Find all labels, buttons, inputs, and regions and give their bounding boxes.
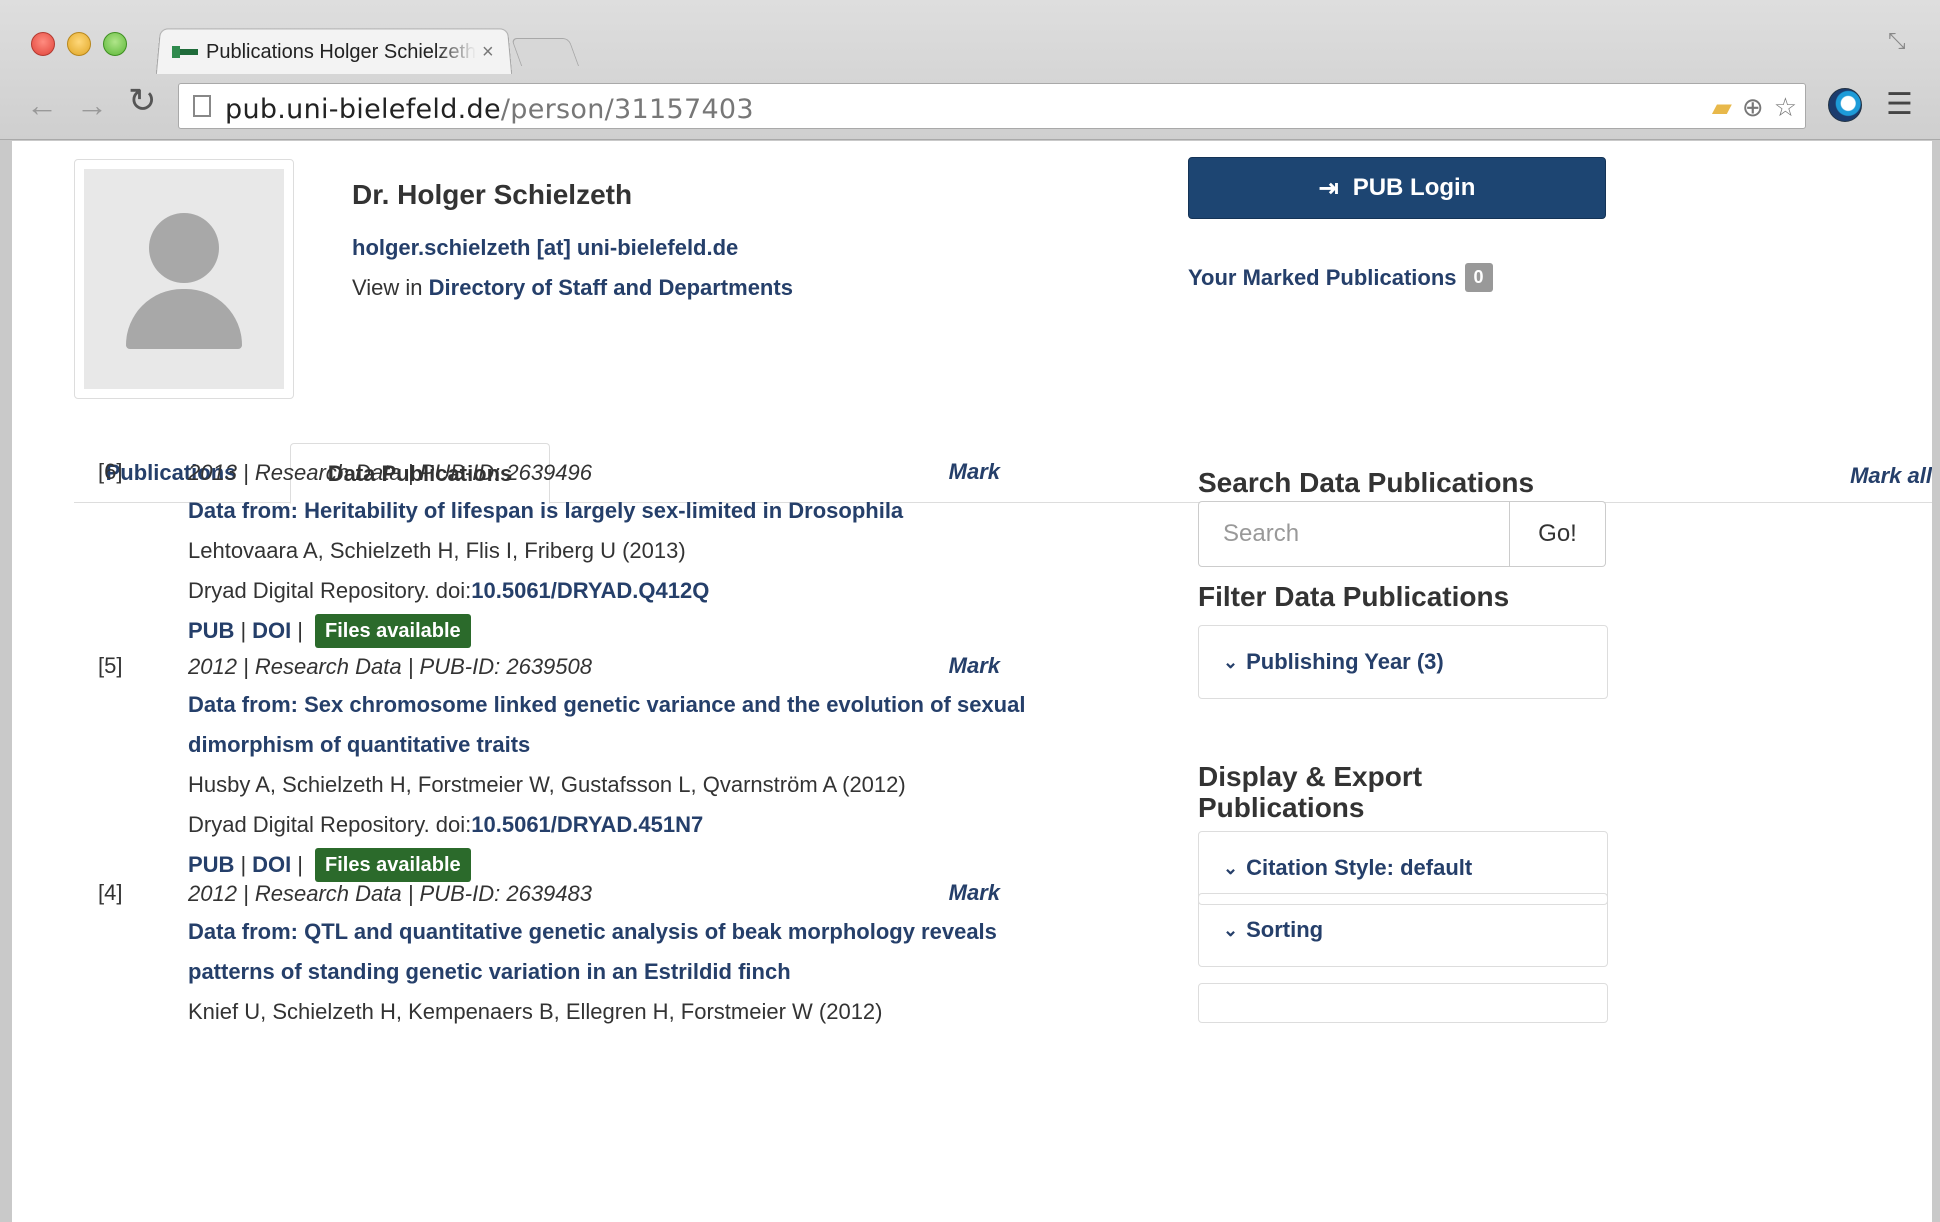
publication-meta: 2013 | Research Data | PUB-ID: 2639496	[188, 460, 592, 485]
profile-photo	[74, 159, 294, 399]
files-available-badge[interactable]: Files available	[315, 848, 471, 882]
person-name: Dr. Holger Schielzeth	[352, 179, 633, 210]
source-label: Dryad Digital Repository. doi:	[188, 578, 472, 603]
chevron-down-icon: ⌄	[1223, 857, 1239, 878]
new-tab-button[interactable]	[510, 38, 580, 66]
url-text[interactable]: pub.uni-bielefeld.de/person/31157403	[225, 94, 754, 125]
pub-login-button[interactable]: ⇥ PUB Login	[1188, 157, 1606, 219]
reload-icon[interactable]: ↻	[128, 84, 157, 118]
url-host: pub.uni-bielefeld.de	[225, 94, 501, 125]
page-viewport: Dr. Holger Schielzeth holger.schielzeth …	[12, 141, 1932, 1222]
person-email-link[interactable]: holger.schielzeth [at] uni-bielefeld.de	[352, 235, 738, 261]
publication-number: [5]	[98, 653, 123, 678]
browser-tab-title: Publications Holger Schielzeth	[206, 40, 476, 63]
menu-icon[interactable]: ☰	[1886, 90, 1913, 120]
display-export-heading: Display & Export Publications	[1198, 761, 1422, 823]
zoom-window-button[interactable]	[103, 32, 127, 56]
mark-link[interactable]: Mark	[949, 459, 1000, 485]
publication-authors: Knief U, Schielzeth H, Kempenaers B, Ell…	[188, 999, 883, 1024]
browser-tab-content[interactable]: Publications Holger Schielzeth ×	[172, 34, 502, 70]
tab-close-icon[interactable]: ×	[482, 41, 494, 64]
search-input[interactable]	[1198, 501, 1510, 567]
mark-all-link[interactable]: Mark all	[1850, 463, 1932, 489]
pub-link[interactable]: PUB	[188, 611, 234, 651]
marked-publications[interactable]: Your Marked Publications 0	[1188, 263, 1493, 292]
publication-meta: 2012 | Research Data | PUB-ID: 2639508	[188, 654, 592, 679]
display-heading-line-1: Display & Export	[1198, 761, 1423, 792]
marked-publications-link[interactable]: Your Marked Publications	[1188, 265, 1457, 291]
publication-links: PUB | DOI | Files available	[188, 611, 1038, 651]
publication-authors: Lehtovaara A, Schielzeth H, Flis I, Frib…	[188, 538, 686, 563]
chevron-down-icon: ⌄	[1223, 651, 1239, 672]
address-bar[interactable]: pub.uni-bielefeld.de/person/31157403 ▰ ⊕…	[178, 83, 1806, 129]
publication-number: [4]	[98, 880, 123, 905]
link-separator: |	[240, 852, 247, 877]
source-label: Dryad Digital Repository. doi:	[188, 812, 472, 837]
view-in-label: View in	[352, 275, 429, 300]
pub-login-label: PUB Login	[1352, 174, 1476, 201]
link-separator: |	[297, 618, 304, 643]
publication-links: PUB | DOI | Files available	[188, 845, 1038, 885]
sidebar-panel-partial[interactable]	[1198, 983, 1608, 1023]
citation-style-label: Citation Style: default	[1246, 855, 1473, 880]
login-icon: ⇥	[1318, 174, 1339, 202]
close-window-button[interactable]	[31, 32, 55, 56]
fullscreen-icon[interactable]: ⤡	[1888, 28, 1906, 54]
directory-link[interactable]: Directory of Staff and Departments	[429, 275, 793, 300]
search-form: Go!	[1198, 501, 1606, 567]
extension-icon[interactable]	[1828, 88, 1862, 122]
link-separator: |	[240, 618, 247, 643]
publication-title-link[interactable]: Data from: Sex chromosome linked genetic…	[188, 685, 1038, 765]
mark-link[interactable]: Mark	[949, 880, 1000, 906]
doi-short-link[interactable]: DOI	[252, 845, 291, 885]
go-button[interactable]: Go!	[1510, 501, 1606, 567]
directory-line: View in Directory of Staff and Departmen…	[352, 275, 793, 301]
omnibox-icons: ▰ ⊕ ☆	[1712, 92, 1797, 123]
publication-meta: 2012 | Research Data | PUB-ID: 2639483	[188, 881, 592, 906]
link-separator: |	[297, 852, 304, 877]
bookmark-star-icon[interactable]: ☆	[1774, 92, 1797, 123]
minimize-window-button[interactable]	[67, 32, 91, 56]
sorting-label: Sorting	[1246, 917, 1324, 942]
mark-link[interactable]: Mark	[949, 653, 1000, 679]
browser-chrome: Publications Holger Schielzeth × ⤡ ← → ↻…	[0, 0, 1940, 140]
publication-authors: Husby A, Schielzeth H, Forstmeier W, Gus…	[188, 772, 906, 797]
url-path: /person/31157403	[500, 94, 754, 125]
pub-link[interactable]: PUB	[188, 845, 234, 885]
publication-title-link[interactable]: Data from: QTL and quantitative genetic …	[188, 912, 1038, 992]
filter-heading: Filter Data Publications	[1198, 581, 1510, 612]
zoom-icon[interactable]: ⊕	[1742, 92, 1764, 123]
avatar-placeholder-icon	[84, 169, 284, 389]
forward-arrow-icon[interactable]: →	[76, 89, 108, 121]
publishing-year-filter[interactable]: ⌄ Publishing Year (3)	[1198, 625, 1608, 699]
files-available-badge[interactable]: Files available	[315, 614, 471, 648]
page-icon	[193, 95, 211, 117]
publication-source: Dryad Digital Repository. doi:10.5061/DR…	[188, 571, 1038, 611]
doi-link[interactable]: 10.5061/DRYAD.Q412Q	[471, 578, 709, 603]
publication-source: Dryad Digital Repository. doi:10.5061/DR…	[188, 805, 1038, 845]
publication-number: [6]	[98, 459, 123, 484]
folder-icon[interactable]: ▰	[1712, 92, 1732, 123]
sorting-panel[interactable]: ⌄ Sorting	[1198, 893, 1608, 967]
publishing-year-label: Publishing Year (3)	[1246, 649, 1444, 674]
back-arrow-icon[interactable]: ←	[26, 89, 58, 121]
display-heading-line-2: Publications	[1198, 792, 1365, 823]
publication-title-link[interactable]: Data from: Heritability of lifespan is l…	[188, 498, 903, 523]
chevron-down-icon: ⌄	[1223, 919, 1239, 940]
uni-bielefeld-favicon-icon	[172, 46, 198, 58]
search-heading: Search Data Publications	[1198, 467, 1535, 498]
doi-link[interactable]: 10.5061/DRYAD.451N7	[471, 812, 703, 837]
doi-short-link[interactable]: DOI	[252, 611, 291, 651]
marked-count-badge: 0	[1464, 263, 1493, 292]
